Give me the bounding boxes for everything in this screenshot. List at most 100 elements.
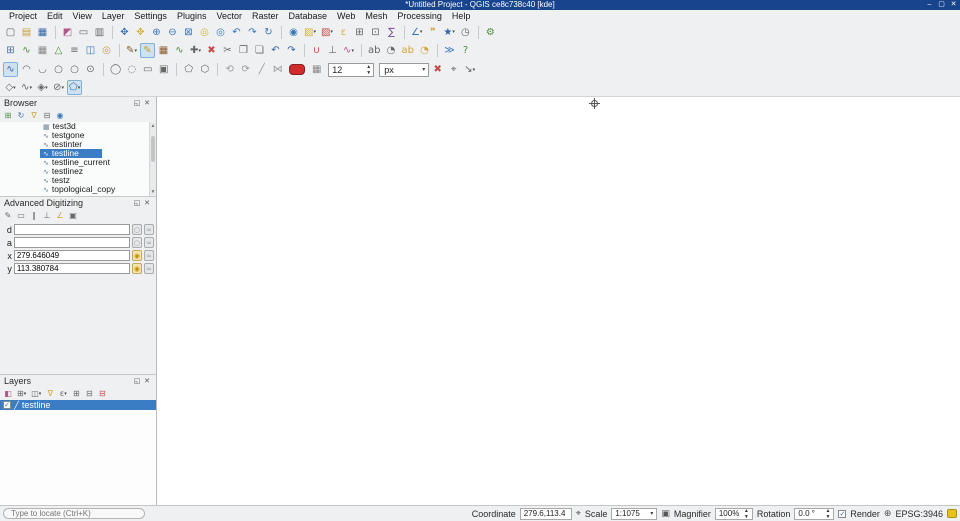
move-feature-icon[interactable]: ↘▾ (462, 62, 477, 77)
menu-help[interactable]: Help (447, 10, 476, 23)
scale-combobox[interactable]: 1:1075 ▾ (611, 508, 657, 520)
circle-3points-icon[interactable]: ○ (67, 62, 82, 77)
topological-editing-icon[interactable]: ⊥ (325, 43, 340, 58)
selected-technique-icon[interactable]: ⬠▾ (67, 80, 82, 95)
ellipse-extent-icon[interactable]: ◌ (124, 62, 139, 77)
cad-floater-icon[interactable]: ▣ (67, 210, 79, 222)
zoom-full-icon[interactable]: ⊠ (181, 25, 196, 40)
close-button[interactable]: ✕ (949, 0, 958, 10)
regular-polygon-center-icon[interactable]: ⬡ (197, 62, 212, 77)
menu-view[interactable]: View (68, 10, 97, 23)
tracing-icon[interactable]: ∿▾ (341, 43, 356, 58)
cad-enable-icon[interactable]: ✎ (2, 210, 14, 222)
map-canvas[interactable] (157, 97, 960, 505)
add-mesh-layer-icon[interactable]: △ (51, 43, 66, 58)
extent-toggle-icon[interactable]: ⌖ (576, 509, 581, 519)
new-bookmark-icon[interactable]: ★▾ (441, 25, 456, 40)
filter-legend-icon[interactable]: ∇ (44, 388, 56, 400)
labeling-options-icon[interactable]: ab (399, 43, 415, 58)
circular-string-icon[interactable]: ◠ (19, 62, 34, 77)
lock-icon[interactable]: ◉ (132, 250, 142, 261)
menu-mesh[interactable]: Mesh (360, 10, 392, 23)
browser-item-topological_copy[interactable]: ∿topological_copy (0, 185, 156, 194)
rotation-spinner[interactable]: 0.0 ° ▲▼ (794, 508, 834, 520)
filter-by-expression-icon[interactable]: ε▾ (57, 388, 69, 400)
circle-center-point-icon[interactable]: ⊙ (83, 62, 98, 77)
cad-common-angle-icon[interactable]: ∠ (54, 210, 66, 222)
zoom-out-icon[interactable]: ⊖ (165, 25, 180, 40)
new-project-icon[interactable]: ▢ (3, 25, 18, 40)
browser-add-layers-icon[interactable]: ⊞ (2, 110, 14, 122)
lock-icon[interactable]: ◉ (132, 263, 142, 274)
new-print-layout-icon[interactable]: ▭ (76, 25, 91, 40)
layer-labeling-icon[interactable]: ab (366, 43, 382, 58)
current-edits-icon[interactable]: ✎▾ (124, 43, 139, 58)
scroll-up-icon[interactable]: ▲ (150, 123, 156, 129)
add-raster-layer-icon[interactable]: ▦ (35, 43, 50, 58)
cad-d-input[interactable] (14, 224, 130, 235)
menu-web[interactable]: Web (332, 10, 360, 23)
circle-2points-icon[interactable]: ○ (51, 62, 66, 77)
spinner-arrows-icon[interactable]: ▲▼ (364, 64, 373, 76)
avoid-intersections-icon[interactable]: ⊘▾ (51, 80, 66, 95)
snapping-options-icon[interactable]: ∪ (309, 43, 324, 58)
messages-icon[interactable] (947, 509, 957, 518)
pan-map-icon[interactable]: ✥ (117, 25, 132, 40)
magnifier-spinner[interactable]: 100% ▲▼ (715, 508, 753, 520)
clear-constraints-icon[interactable]: ✖ (430, 62, 445, 77)
cad-y-input[interactable] (14, 263, 130, 274)
rectangle-center-icon[interactable]: ▣ (156, 62, 171, 77)
cut-features-icon[interactable]: ✂ (220, 43, 235, 58)
statistical-summary-icon[interactable]: ∑ (384, 25, 399, 40)
digitizing-mode-icon[interactable]: ◇▾ (3, 80, 18, 95)
render-checkbox[interactable]: ✓ (838, 510, 846, 518)
repeat-lock-icon[interactable]: ∞ (144, 237, 154, 248)
select-features-icon[interactable]: ▨▾ (302, 25, 318, 40)
manage-themes-icon[interactable]: ◫▾ (29, 388, 43, 400)
layer-diagram-icon[interactable]: ◔ (383, 43, 398, 58)
cad-parallel-icon[interactable]: ∥ (28, 210, 40, 222)
menu-processing[interactable]: Processing (392, 10, 447, 23)
scrollbar-thumb[interactable] (151, 136, 155, 162)
help-contents-icon[interactable]: ? (458, 43, 473, 58)
undo-icon[interactable]: ↶ (268, 43, 283, 58)
stroke-width-spinner[interactable]: 12 ▲▼ (328, 63, 374, 77)
float-panel-icon[interactable]: ◱ (132, 98, 142, 108)
minimize-button[interactable]: – (925, 0, 934, 10)
processing-toolbox-icon[interactable]: ⚙ (483, 25, 498, 40)
add-group-icon[interactable]: ⊞▾ (15, 388, 28, 400)
layer-styling-icon[interactable]: ◧ (2, 388, 14, 400)
digitize-with-segment-icon[interactable]: ∿ (3, 62, 18, 77)
temporal-controller-icon[interactable]: ◷ (458, 25, 473, 40)
delete-selected-icon[interactable]: ✖ (204, 43, 219, 58)
add-delimited-text-icon[interactable]: ≡ (67, 43, 82, 58)
cad-perpendicular-icon[interactable]: ⊥ (41, 210, 53, 222)
layer-item-testline[interactable]: ✓╱testline (0, 400, 156, 410)
zoom-next-icon[interactable]: ↷ (245, 25, 260, 40)
browser-properties-icon[interactable]: ◉ (54, 110, 66, 122)
split-features-icon[interactable]: ╱ (254, 62, 269, 77)
snap-indicator-icon[interactable]: ⌖ (446, 62, 461, 77)
toggle-editing-icon[interactable]: ✎ (140, 43, 155, 58)
cad-construction-icon[interactable]: ▭ (15, 210, 27, 222)
regular-polygon-icon[interactable]: ⬠ (181, 62, 196, 77)
select-by-expression-icon[interactable]: ε (336, 25, 351, 40)
zoom-to-selection-icon[interactable]: ◎ (197, 25, 212, 40)
repeat-lock-icon[interactable]: ∞ (144, 224, 154, 235)
close-panel-icon[interactable]: ✕ (142, 198, 152, 208)
snapping-mode-icon[interactable]: ◈▾ (35, 80, 50, 95)
repeat-lock-icon[interactable]: ∞ (144, 263, 154, 274)
browser-item-testlinez[interactable]: ∿testlinez (0, 167, 156, 176)
spinner-arrows-icon[interactable]: ▲▼ (823, 508, 830, 520)
float-panel-icon[interactable]: ◱ (132, 198, 142, 208)
vertex-tool-icon[interactable]: ✚▾ (188, 43, 203, 58)
add-line-feature-icon[interactable]: ∿ (172, 43, 187, 58)
stream-digitizing-icon[interactable]: ∿▾ (19, 80, 34, 95)
scroll-down-icon[interactable]: ▼ (150, 189, 156, 195)
expand-all-icon[interactable]: ⊞ (70, 388, 82, 400)
repeat-lock-icon[interactable]: ∞ (144, 250, 154, 261)
offset-curve-icon[interactable]: ⟲ (222, 62, 237, 77)
identify-features-icon[interactable]: ◉ (286, 25, 301, 40)
save-edits-icon[interactable]: ▦ (156, 43, 171, 58)
diagram-options-icon[interactable]: ◔ (417, 43, 432, 58)
